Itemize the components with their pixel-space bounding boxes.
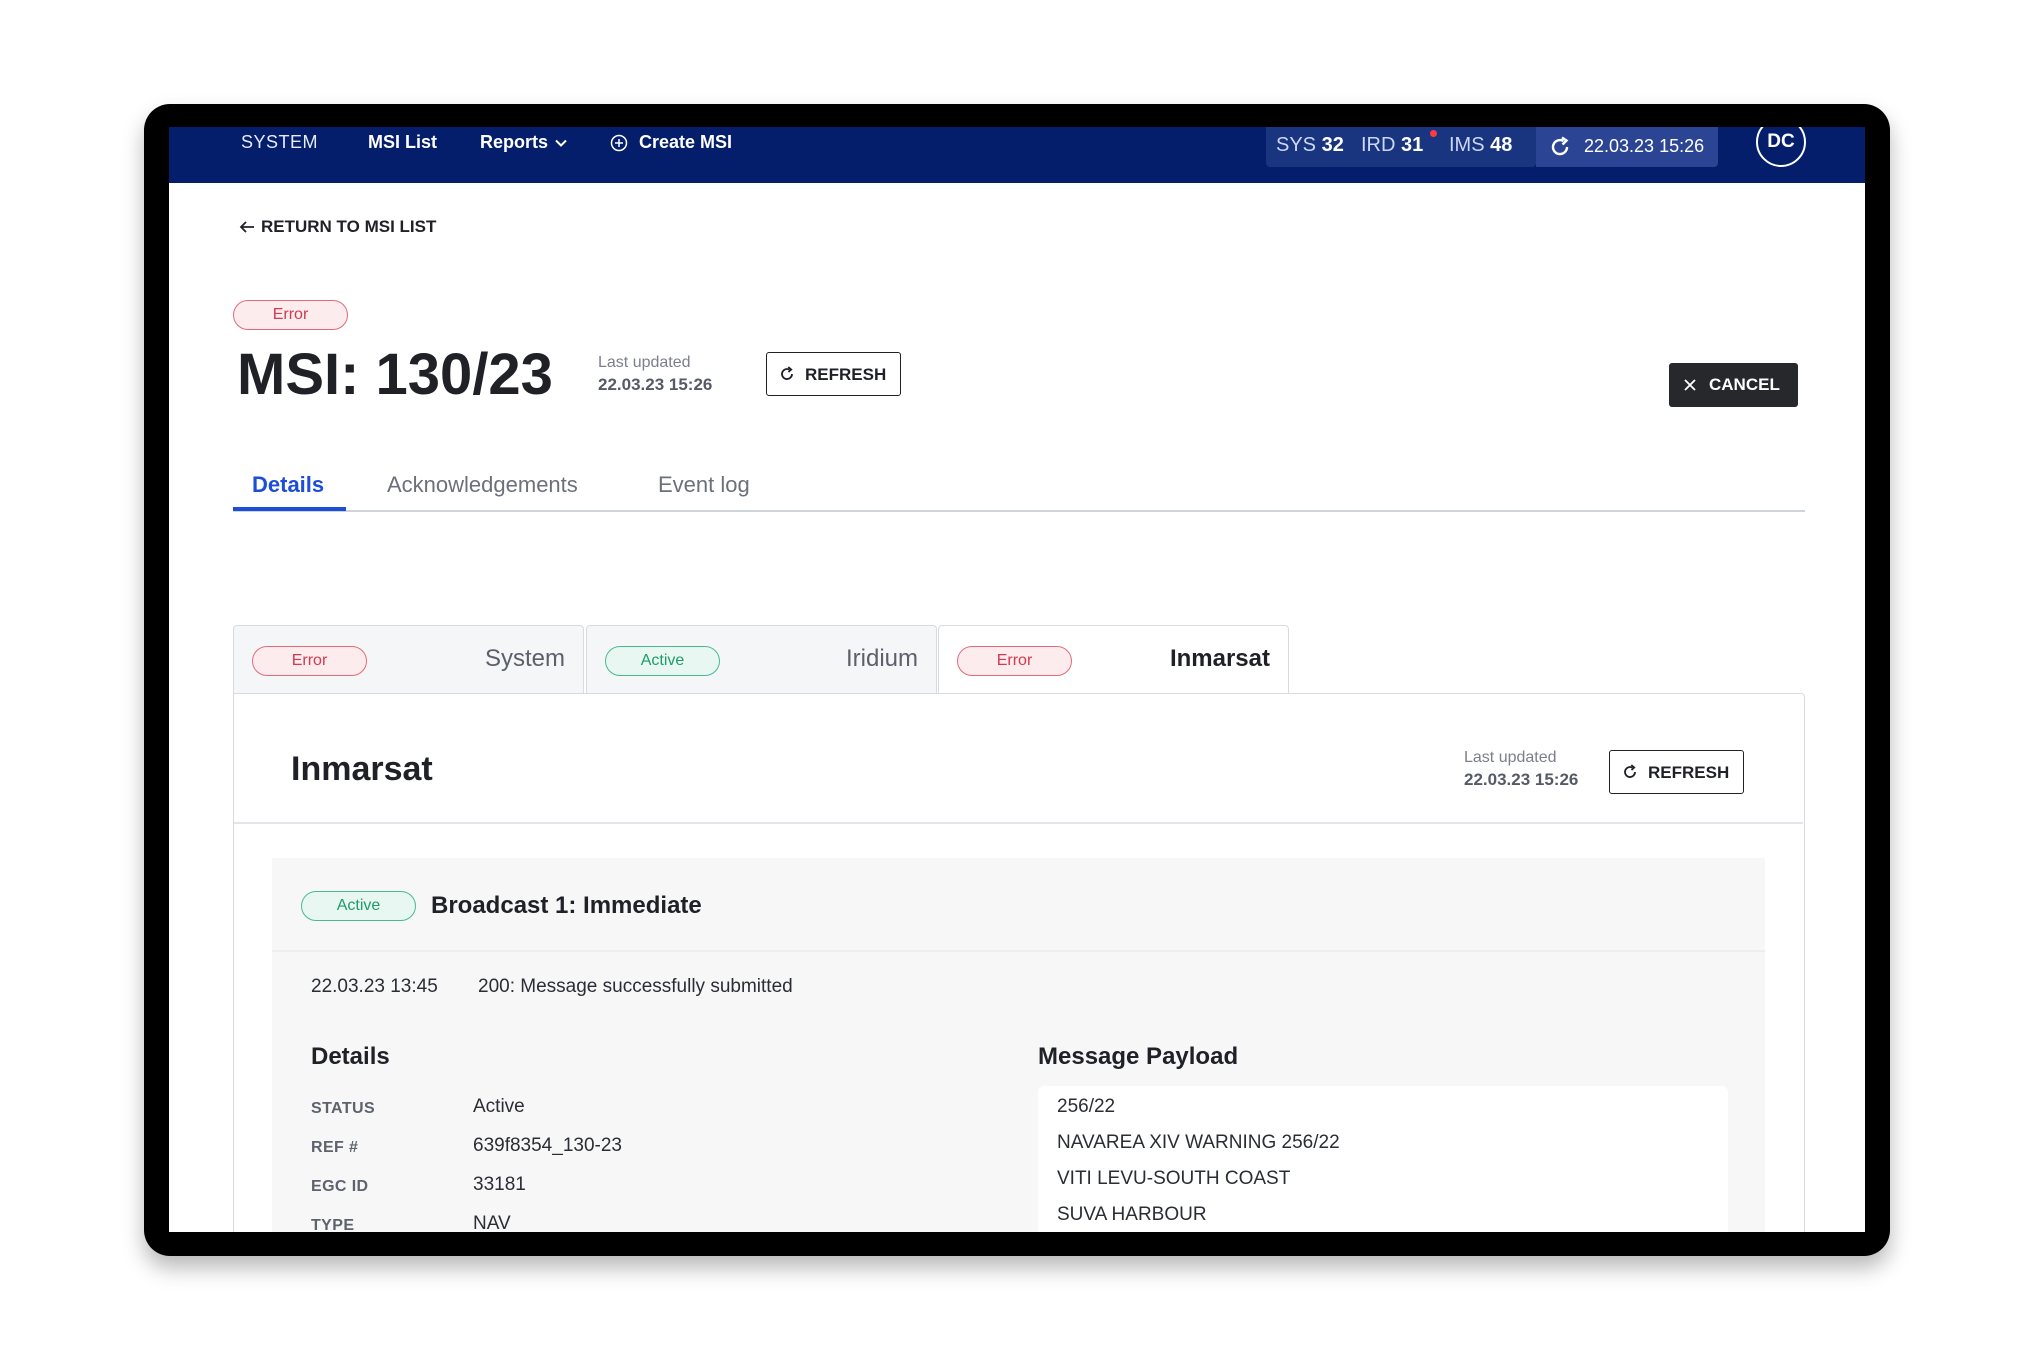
broadcast-message: 200: Message successfully submitted: [478, 976, 793, 997]
panel-refresh-label: REFRESH: [1648, 763, 1730, 782]
counter-sys-label: SYS: [1276, 134, 1317, 156]
provider-tab-iridium[interactable]: Active Iridium: [586, 625, 937, 693]
panel-refresh-button[interactable]: REFRESH: [1609, 750, 1744, 794]
counter-ims-label: IMS: [1449, 134, 1485, 156]
cancel-button[interactable]: CANCEL: [1669, 363, 1798, 407]
payload-line: VITI LEVU-SOUTH COAST: [1057, 1168, 1291, 1189]
detail-key: REF #: [311, 1139, 359, 1156]
global-refresh-time: 22.03.23 15:26: [1584, 136, 1705, 156]
plus-circle-icon: [610, 135, 628, 152]
broadcast-title: Broadcast 1: Immediate: [431, 892, 702, 919]
payload-line: SUVA HARBOUR: [1057, 1204, 1207, 1225]
user-avatar[interactable]: DC: [1756, 127, 1806, 167]
detail-value: 33181: [473, 1174, 526, 1195]
last-updated-value: 22.03.23 15:26: [598, 375, 713, 394]
app-screen: SYSTEM MSI List Reports Create MSI SYS 3…: [169, 127, 1865, 1232]
detail-value: Active: [473, 1096, 525, 1117]
nav-msi-list[interactable]: MSI List: [368, 132, 437, 153]
counter-sys[interactable]: SYS 32: [1276, 134, 1344, 157]
provider-tab-system[interactable]: Error System: [233, 625, 584, 693]
payload-line: NAVAREA XIV WARNING 256/22: [1057, 1132, 1340, 1153]
nav-create-msi-label: Create MSI: [639, 132, 733, 152]
detail-key: TYPE: [311, 1217, 355, 1232]
chevron-down-icon: [555, 140, 567, 148]
provider-counters: SYS 32 IRD 31 IMS 48: [1266, 127, 1536, 167]
alert-dot: [1430, 130, 1437, 137]
broadcast-card: Active Broadcast 1: Immediate 22.03.23 1…: [272, 858, 1765, 1232]
counter-ims[interactable]: IMS 48: [1449, 134, 1512, 157]
tab-details[interactable]: Details: [252, 472, 324, 498]
refresh-button[interactable]: REFRESH: [766, 352, 901, 396]
provider-tab-inmarsat[interactable]: Error Inmarsat: [938, 625, 1289, 695]
payload-line: 256/22: [1057, 1096, 1116, 1117]
close-icon: [1684, 379, 1696, 391]
provider-tab-label: Iridium: [845, 645, 918, 672]
refresh-button-label: REFRESH: [805, 365, 887, 384]
return-to-list-link[interactable]: RETURN TO MSI LIST: [239, 217, 436, 237]
counter-sys-value: 32: [1321, 134, 1344, 156]
counter-ims-value: 48: [1490, 134, 1513, 156]
provider-status-badge: Error: [252, 646, 367, 676]
refresh-icon: [1624, 764, 1636, 778]
provider-status-badge: Error: [957, 646, 1072, 676]
cancel-button-label: CANCEL: [1709, 375, 1780, 394]
provider-status-badge: Active: [605, 646, 720, 676]
detail-key: EGC ID: [311, 1178, 369, 1195]
broadcast-divider: [272, 950, 1765, 952]
panel-last-updated-value: 22.03.23 15:26: [1464, 770, 1579, 789]
last-updated-label: Last updated: [598, 354, 691, 371]
tab-event-log[interactable]: Event log: [658, 472, 750, 498]
msi-status-badge: Error: [233, 300, 348, 330]
provider-panel: Inmarsat Last updated 22.03.23 15:26 REF…: [233, 693, 1805, 1232]
return-link-label: RETURN TO MSI LIST: [261, 217, 437, 236]
detail-value: 639f8354_130-23: [473, 1135, 622, 1156]
provider-tab-label: System: [484, 645, 565, 672]
refresh-icon: [781, 366, 793, 380]
global-refresh-button[interactable]: 22.03.23 15:26: [1536, 127, 1718, 167]
detail-value: NAV: [473, 1213, 511, 1232]
nav-reports[interactable]: Reports: [480, 132, 569, 153]
broadcast-status-badge: Active: [301, 891, 416, 921]
counter-ird-label: IRD: [1361, 134, 1396, 156]
counter-ird[interactable]: IRD 31: [1361, 134, 1423, 157]
nav-reports-label: Reports: [480, 132, 549, 152]
panel-last-updated-label: Last updated: [1464, 749, 1557, 766]
payload-section-title: Message Payload: [1038, 1043, 1239, 1070]
detail-key: STATUS: [311, 1100, 376, 1117]
arrow-left-icon: [239, 221, 254, 233]
page-title: MSI: 130/23: [237, 342, 553, 407]
broadcast-date: 22.03.23 13:45: [311, 976, 438, 997]
panel-divider: [234, 822, 1803, 824]
panel-title: Inmarsat: [291, 750, 433, 788]
tabs-divider: [233, 510, 1805, 512]
nav-create-msi[interactable]: Create MSI: [610, 132, 732, 153]
details-section-title: Details: [311, 1043, 390, 1070]
provider-tab-label: Inmarsat: [1169, 645, 1270, 672]
active-tab-indicator: [233, 507, 346, 511]
refresh-icon: [1551, 136, 1569, 156]
nav-system[interactable]: SYSTEM: [241, 132, 318, 153]
counter-ird-value: 31: [1401, 134, 1424, 156]
message-payload-box: 256/22 NAVAREA XIV WARNING 256/22 VITI L…: [1038, 1086, 1728, 1232]
tab-acknowledgements[interactable]: Acknowledgements: [387, 472, 578, 498]
top-nav: SYSTEM MSI List Reports Create MSI SYS 3…: [169, 127, 1865, 183]
